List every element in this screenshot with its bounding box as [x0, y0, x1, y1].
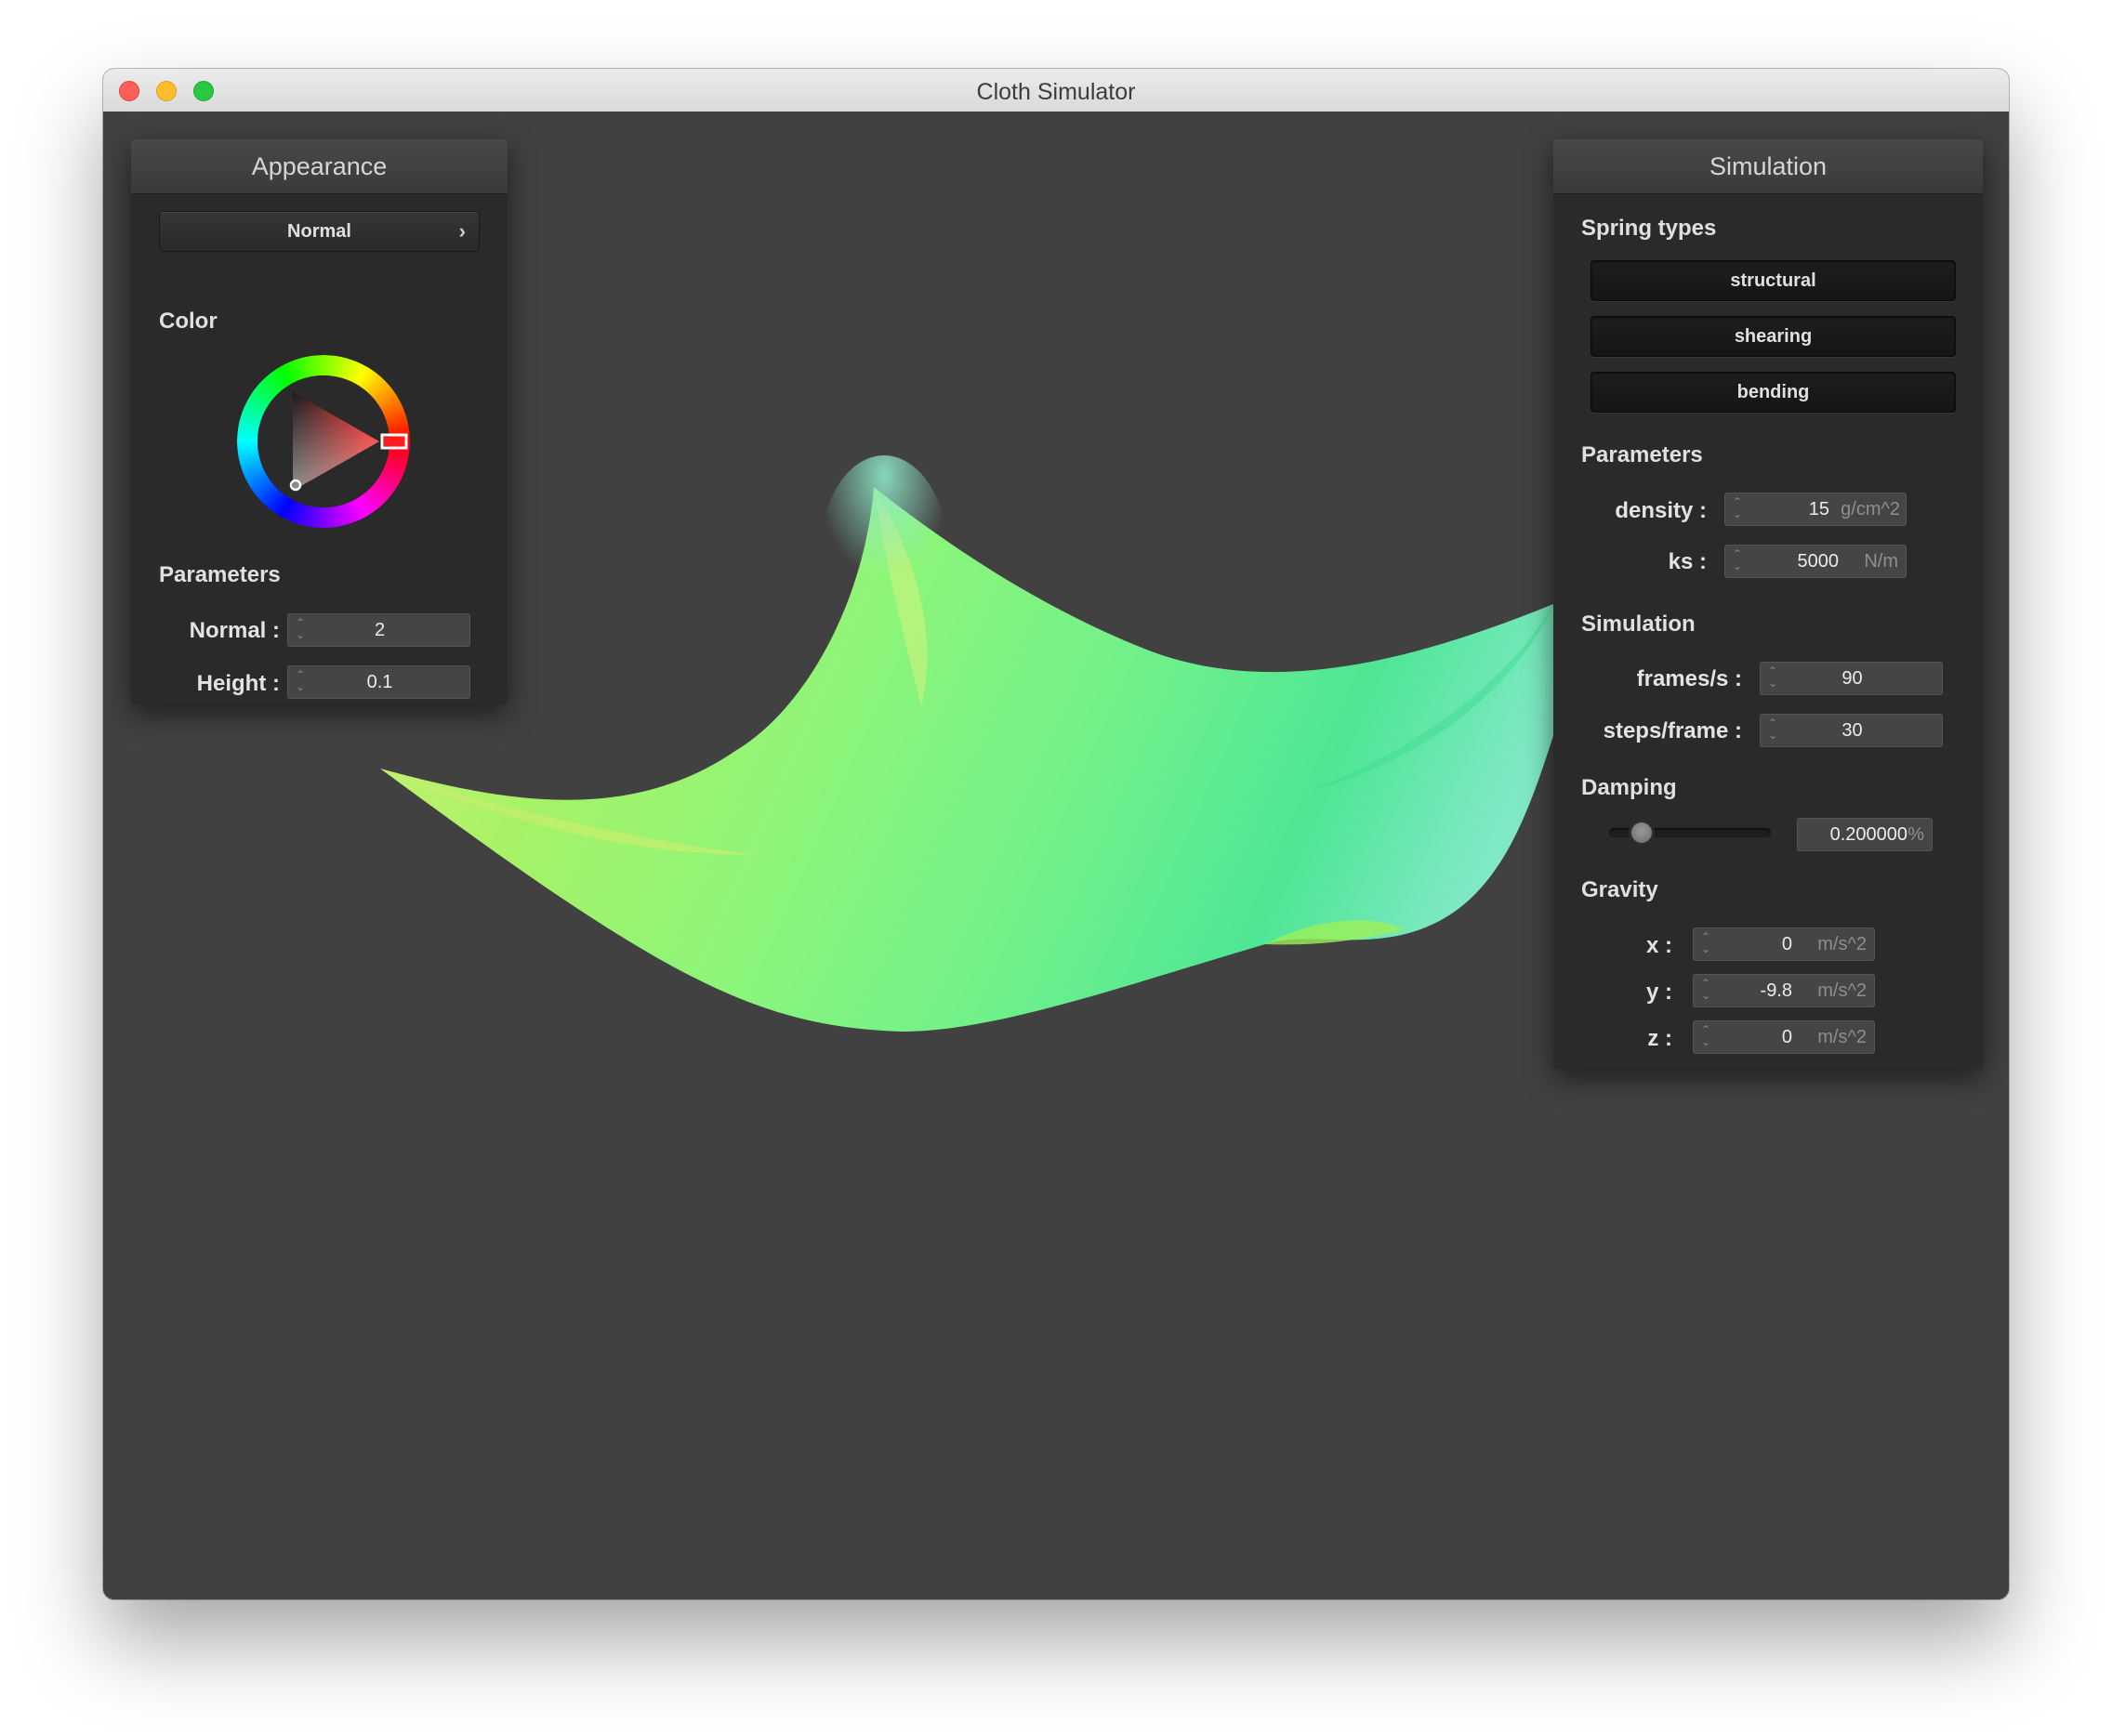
- steps-label: steps/frame :: [1603, 718, 1742, 743]
- simulation-panel-title[interactable]: Simulation: [1553, 139, 1983, 194]
- damping-field[interactable]: 0.200000 %: [1797, 818, 1933, 851]
- ks-field[interactable]: ⌃ ⌄ 5000 N/m: [1724, 545, 1907, 578]
- fps-label: frames/s :: [1636, 666, 1742, 691]
- sim-params-label: Parameters: [1581, 442, 1703, 467]
- density-value: 15: [1808, 499, 1829, 519]
- density-label: density :: [1615, 498, 1707, 523]
- steps-field[interactable]: ⌃ ⌄ 30: [1760, 714, 1943, 747]
- color-wheel[interactable]: [237, 355, 410, 528]
- steps-value: 30: [1841, 720, 1863, 741]
- chevron-right-icon: ›: [458, 219, 466, 243]
- stepper-arrows-icon[interactable]: ⌃ ⌄: [1731, 496, 1744, 522]
- 3d-viewport[interactable]: Appearance Normal › Color Parameters Nor…: [103, 112, 2009, 1599]
- gravity-label: Gravity: [1581, 877, 1658, 902]
- simulation-panel: Simulation Spring types structural shear…: [1553, 139, 1983, 1069]
- gravity-z-label: z :: [1647, 1026, 1672, 1051]
- height-label: Height :: [196, 671, 280, 696]
- gravity-x-value: 0: [1781, 934, 1792, 954]
- title-bar: Cloth Simulator: [103, 69, 2009, 112]
- normal-value: 2: [374, 620, 386, 640]
- ks-value: 5000: [1797, 551, 1840, 572]
- ks-unit: N/m: [1864, 551, 1898, 572]
- stepper-arrows-icon[interactable]: ⌃ ⌄: [1731, 548, 1744, 574]
- window-title: Cloth Simulator: [976, 79, 1136, 105]
- simulation-section-label: Simulation: [1581, 612, 1696, 637]
- stepper-arrows-icon[interactable]: ⌃ ⌄: [1699, 1024, 1712, 1050]
- gravity-x-label: x :: [1645, 933, 1672, 958]
- color-section-label: Color: [159, 309, 218, 334]
- gravity-y-label: y :: [1645, 980, 1672, 1005]
- density-field[interactable]: ⌃ ⌄ 15 g/cm^2: [1724, 493, 1907, 526]
- shader-select-value: Normal: [287, 221, 351, 242]
- density-unit: g/cm^2: [1841, 499, 1900, 519]
- gravity-x-field[interactable]: ⌃ ⌄ 0 m/s^2: [1693, 927, 1875, 961]
- gravity-x-unit: m/s^2: [1817, 934, 1867, 954]
- damping-slider-knob[interactable]: [1630, 822, 1652, 843]
- fps-value: 90: [1841, 668, 1863, 689]
- structural-toggle[interactable]: structural: [1591, 260, 1956, 301]
- appearance-panel: Appearance Normal › Color Parameters Nor…: [131, 139, 508, 704]
- height-value: 0.1: [366, 672, 393, 692]
- spring-types-label: Spring types: [1581, 216, 1717, 241]
- gravity-y-unit: m/s^2: [1817, 980, 1867, 1001]
- normal-field[interactable]: ⌃ ⌄ 2: [287, 613, 470, 647]
- damping-label: Damping: [1581, 775, 1677, 800]
- stepper-arrows-icon[interactable]: ⌃ ⌄: [1699, 978, 1712, 1004]
- fps-field[interactable]: ⌃ ⌄ 90: [1760, 662, 1943, 695]
- bending-toggle[interactable]: bending: [1591, 372, 1956, 413]
- appearance-params-label: Parameters: [159, 562, 281, 587]
- gravity-y-value: -9.8: [1760, 980, 1792, 1001]
- damping-unit: %: [1907, 824, 1924, 845]
- gravity-y-field[interactable]: ⌃ ⌄ -9.8 m/s^2: [1693, 974, 1875, 1007]
- normal-label: Normal :: [189, 618, 280, 643]
- height-field[interactable]: ⌃ ⌄ 0.1: [287, 665, 470, 699]
- ks-label: ks :: [1668, 549, 1707, 574]
- shearing-toggle[interactable]: shearing: [1591, 316, 1956, 357]
- stepper-arrows-icon[interactable]: ⌃ ⌄: [1699, 931, 1712, 957]
- app-window: Cloth Simulator Appearance Normal › Colo…: [103, 69, 2009, 1599]
- gravity-z-field[interactable]: ⌃ ⌄ 0 m/s^2: [1693, 1020, 1875, 1054]
- appearance-panel-title[interactable]: Appearance: [131, 139, 508, 194]
- gravity-z-value: 0: [1781, 1027, 1792, 1047]
- gravity-z-unit: m/s^2: [1817, 1027, 1867, 1047]
- shader-select[interactable]: Normal ›: [159, 211, 480, 252]
- damping-value: 0.200000: [1829, 824, 1907, 845]
